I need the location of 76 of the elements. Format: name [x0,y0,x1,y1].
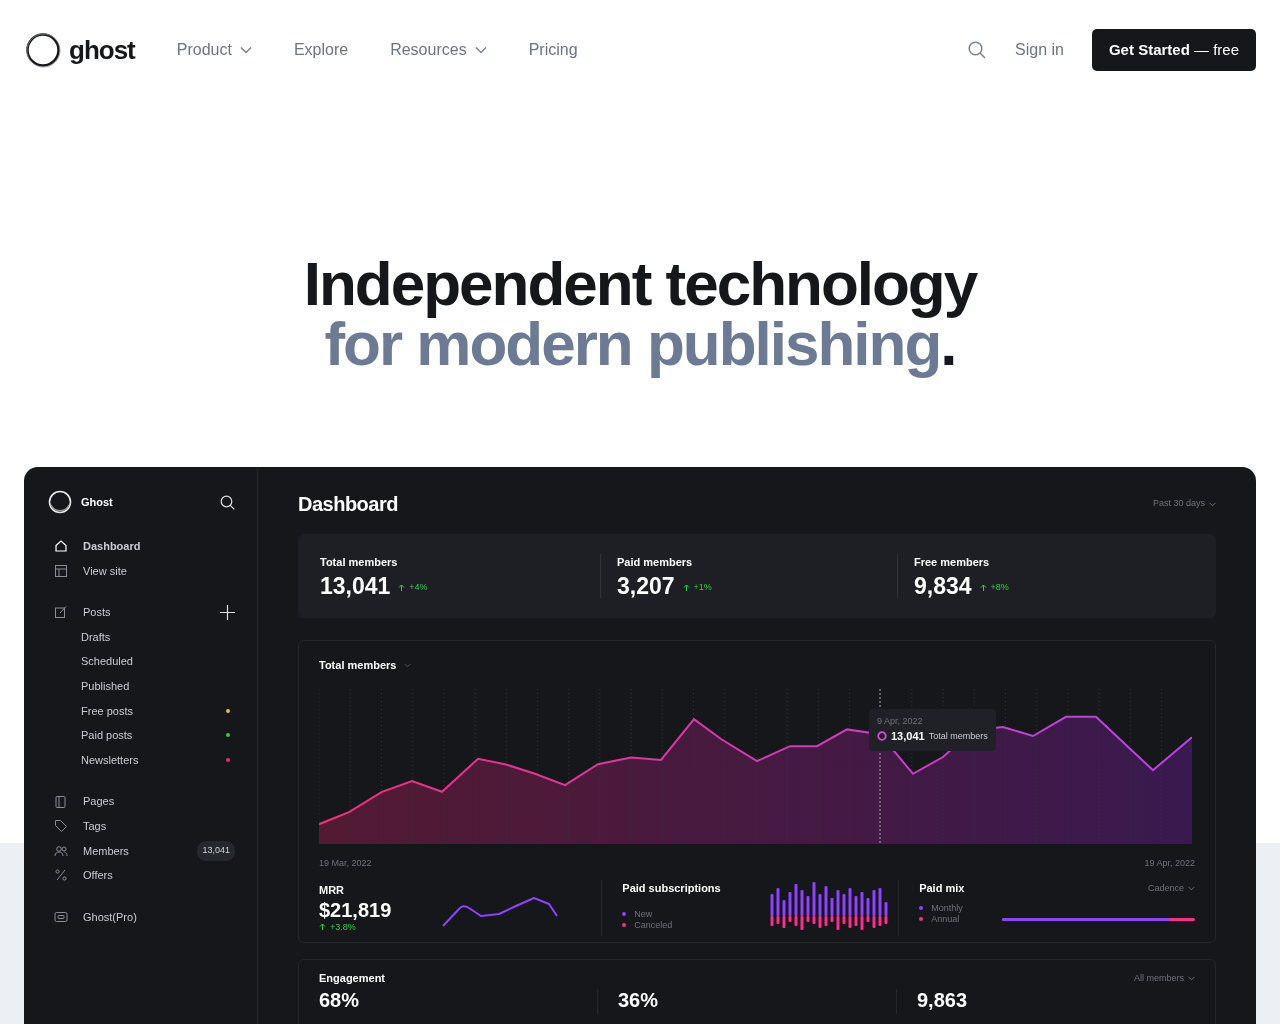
brand-name: Ghost [81,494,113,510]
legend-label: Canceled [634,919,673,931]
layout-icon [54,563,68,578]
sidebar-item[interactable]: Drafts [81,628,111,646]
arrow-up-icon [979,583,987,592]
sidebar-item[interactable]: Published [81,678,130,695]
tooltip-value: 13,041 [891,729,925,744]
home-icon [54,539,68,554]
sidebar-item[interactable]: Tags [83,818,107,835]
cadence-dropdown[interactable]: Cadence [1148,880,1195,897]
section-title: Engagement [319,971,385,986]
plus-icon[interactable] [220,605,235,620]
get-started-button[interactable]: Get Started — free [1091,28,1256,72]
legend-label: New [634,908,653,920]
chevron-down-icon [1188,885,1195,891]
metric-value: $21,819 [319,898,392,921]
count-badge: 13,041 [197,841,235,861]
metric-change: +3.8% [330,920,356,934]
sidebar-item[interactable]: Paid posts [81,727,133,744]
axis-date: 19 Mar, 2022 [319,856,372,870]
legend-label: Annual [931,913,960,925]
tag-icon [54,819,68,834]
sidebar-item[interactable]: Posts [83,604,111,621]
sidebar-item[interactable]: Ghost(Pro) [83,908,137,926]
sidebar-item[interactable]: Pages [83,793,115,810]
card-icon [54,910,68,924]
sidebar-item[interactable]: Offers [83,867,113,884]
members-dropdown[interactable]: All members [1134,970,1195,987]
arrow-up-icon [319,923,326,932]
stat-change: +4% [409,580,428,594]
range-dropdown[interactable]: Past 30 days [1152,497,1216,511]
stat-label: Paid members [617,555,694,570]
nav-link[interactable]: Product [176,38,252,62]
sidebar-item[interactable]: Members [83,842,129,860]
percent-icon [54,868,68,883]
stat-change: +1% [693,580,712,594]
tooltip-label: Total members [928,729,988,743]
edit-icon [54,605,68,620]
metric-label: Paid subscriptions [622,881,721,896]
arrow-up-icon [398,583,406,592]
stat-label: Free members [914,555,991,570]
nav-link[interactable]: Pricing [528,38,578,62]
tooltip-date: 9 Apr, 2022 [877,714,924,728]
metric-value: 36% [618,988,659,1011]
chevron-down-icon [1209,501,1216,507]
stat-label: Total members [320,555,399,570]
sidebar-item[interactable]: View site [83,562,127,580]
sidebar-item[interactable]: Newsletters [81,751,139,769]
nav-link[interactable]: Explore [293,38,349,62]
sidebar-item[interactable]: Scheduled [81,653,133,670]
legend-label: Monthly [931,902,963,914]
metric-value: 68% [319,988,360,1011]
stat-value: 3,207 [617,572,675,599]
page-title: Dashboard [298,492,398,517]
stat-value: 9,834 [914,572,972,599]
chevron-down-icon [404,662,412,668]
search-icon[interactable] [220,494,235,510]
nav-link[interactable]: Resources [390,38,487,62]
chevron-down-icon [1188,975,1195,981]
stat-change: +8% [990,580,1009,594]
ghost-logo-icon [48,490,72,514]
logo-text[interactable]: ghost [69,30,135,70]
metric-label: Paid mix [919,881,965,896]
members-icon [54,843,68,858]
chart-title-dropdown[interactable]: Total members [319,657,412,674]
metric-value: 9,863 [917,988,968,1011]
arrow-up-icon [682,583,690,592]
sign-in-link[interactable]: Sign in [1015,38,1064,62]
sidebar-item[interactable]: Free posts [81,702,133,720]
ghost-logo-icon[interactable] [25,32,61,68]
page-icon [54,794,68,809]
metric-label: MRR [319,883,346,898]
axis-date: 19 Apr, 2022 [1144,856,1195,870]
ring-icon [877,731,887,742]
sidebar-item[interactable]: Dashboard [83,538,141,555]
stat-value: 13,041 [320,572,391,599]
